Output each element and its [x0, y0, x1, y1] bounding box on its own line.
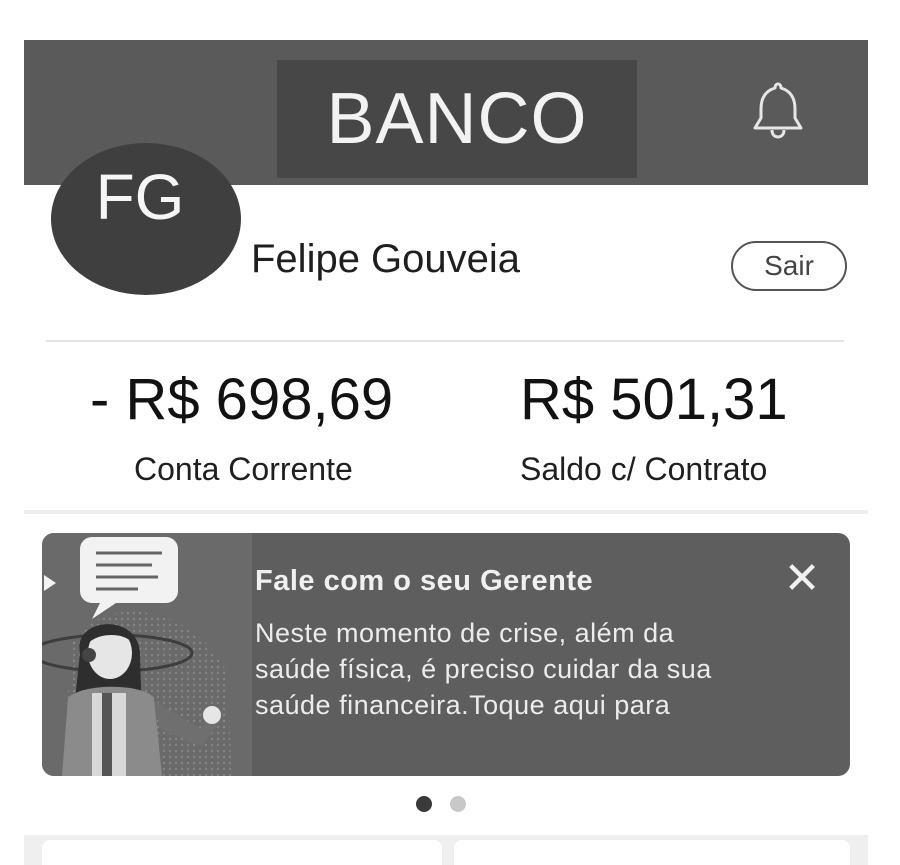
bottom-section	[24, 835, 868, 865]
checking-balance-label: Conta Corrente	[134, 451, 353, 487]
logout-button[interactable]: Sair	[731, 241, 847, 291]
bell-icon[interactable]	[746, 78, 810, 142]
bottom-card[interactable]	[454, 840, 850, 865]
woman-with-headset-illustration	[42, 533, 252, 776]
app-screen: BANCO FG Felipe Gouveia Sair - R$ 698,69…	[24, 40, 868, 865]
bottom-card[interactable]	[42, 840, 442, 865]
promo-banner[interactable]: Fale com o seu Gerente Neste momento de …	[42, 533, 850, 776]
avatar[interactable]: FG	[51, 143, 241, 295]
section-separator	[24, 510, 868, 514]
banner-text: Neste momento de crise, além da saúde fí…	[255, 618, 712, 720]
banner-title: Fale com o seu Gerente	[255, 565, 594, 597]
close-icon[interactable]: ✕	[782, 557, 822, 601]
carousel-dot[interactable]	[450, 796, 466, 812]
user-name: Felipe Gouveia	[251, 237, 521, 281]
avatar-initials: FG	[95, 161, 185, 233]
checking-balance-value[interactable]: - R$ 698,69	[90, 366, 393, 433]
brand-name: BANCO	[326, 79, 588, 159]
carousel-dot-active[interactable]	[416, 796, 432, 812]
brand-logo: BANCO	[277, 60, 637, 178]
contract-balance-label: Saldo c/ Contrato	[520, 451, 768, 487]
contract-balance-value[interactable]: R$ 501,31	[520, 366, 788, 433]
divider	[46, 340, 844, 342]
carousel-indicator	[416, 796, 466, 812]
